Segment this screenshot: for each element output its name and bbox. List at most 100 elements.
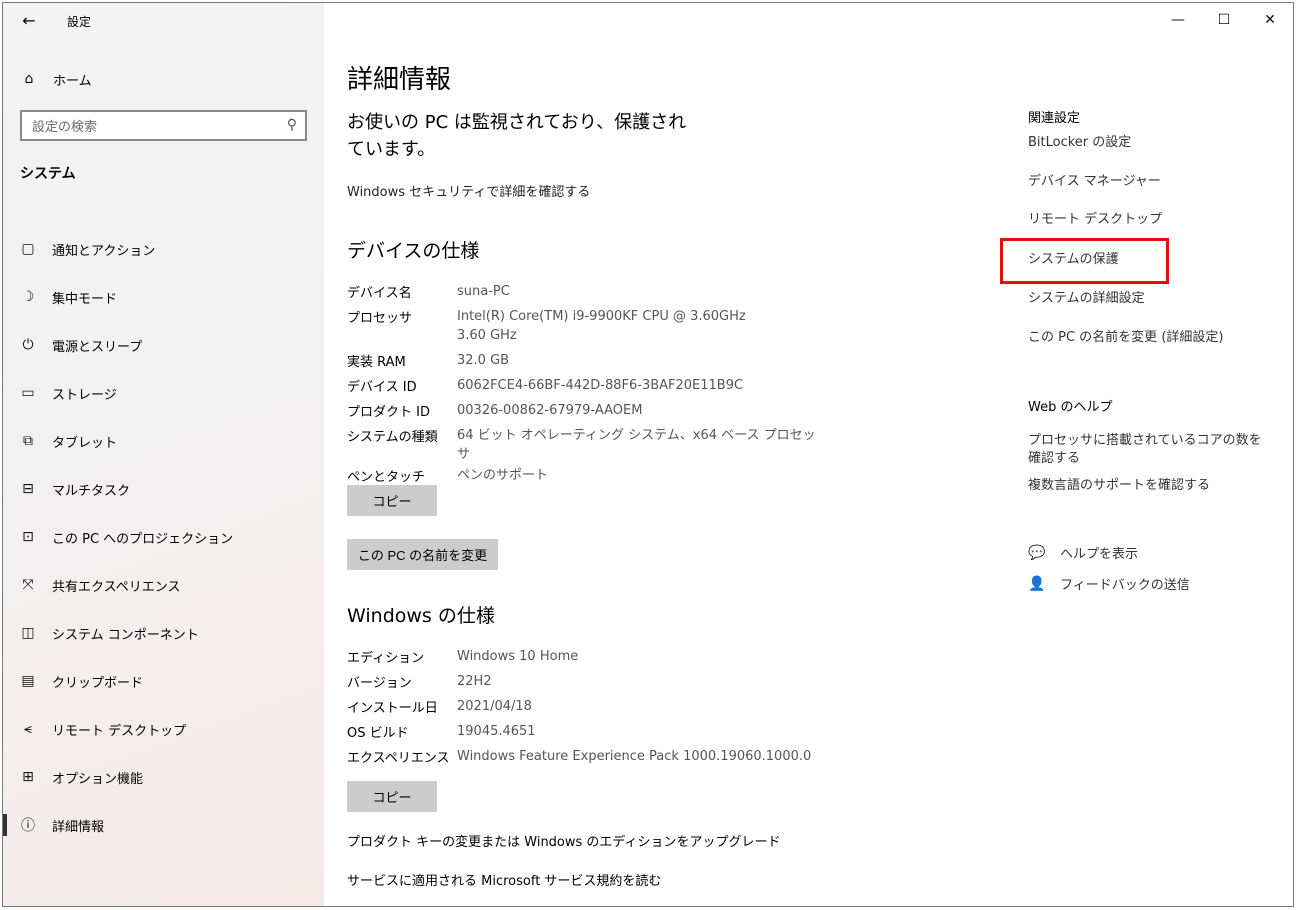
spec-row: インストール日 2021/04/18 — [347, 695, 847, 720]
sidebar-item-clipboard[interactable]: ▤ クリップボード — [3, 657, 324, 705]
sidebar-item-shared[interactable]: ⤧ 共有エクスペリエンス — [3, 561, 324, 609]
sidebar-item-label: オプション機能 — [52, 771, 144, 787]
info-icon: ⓘ — [21, 818, 35, 834]
spec-value: 00326-00862-67979-AAOEM — [457, 403, 643, 418]
home-icon: ⌂ — [24, 71, 34, 87]
home-link[interactable]: ⌂ ホーム — [21, 67, 92, 91]
remote-desktop-link[interactable]: リモート デスクトップ — [1028, 211, 1162, 229]
close-button[interactable]: ✕ — [1247, 3, 1293, 37]
search-icon[interactable]: ⚲ — [287, 117, 297, 133]
advanced-system-settings-link[interactable]: システムの詳細設定 — [1028, 290, 1145, 308]
spec-value: Windows Feature Experience Pack 1000.190… — [457, 749, 812, 764]
feedback-label: フィードバックの送信 — [1060, 578, 1190, 593]
sidebar-item-tablet[interactable]: ⧉ タブレット — [3, 417, 324, 465]
rename-pc-advanced-link[interactable]: この PC の名前を変更 (詳細設定) — [1028, 329, 1223, 347]
sidebar-item-label: 通知とアクション — [52, 243, 156, 259]
bitlocker-link[interactable]: BitLocker の設定 — [1028, 134, 1131, 152]
sidebar-item-components[interactable]: ◫ システム コンポーネント — [3, 609, 324, 657]
spec-key: プロダクト ID — [347, 405, 430, 420]
upgrade-edition-link[interactable]: プロダクト キーの変更または Windows のエディションをアップグレード — [347, 831, 781, 850]
sidebar-item-label: この PC へのプロジェクション — [52, 531, 234, 547]
protection-status: お使いの PC は監視されており、保護されています。 — [347, 112, 687, 160]
sidebar: ← 設定 ⌂ ホーム 設定の検索 ⚲ システム ▢ 通知とアクション ☽ 集中モ… — [3, 3, 324, 906]
spec-key: OS ビルド — [347, 726, 409, 741]
back-arrow-icon[interactable]: ← — [17, 9, 41, 33]
home-label: ホーム — [53, 73, 92, 89]
sidebar-section-label: システム — [20, 166, 76, 182]
sidebar-item-optional[interactable]: ⊞ オプション機能 — [3, 753, 324, 801]
spec-row: エクスペリエンス Windows Feature Experience Pack … — [347, 745, 847, 770]
spec-key: インストール日 — [347, 701, 438, 716]
spec-row: バージョン 22H2 — [347, 670, 847, 695]
spec-value: 32.0 GB — [457, 353, 510, 368]
sidebar-item-label: 電源とスリープ — [52, 339, 143, 355]
device-specs-table: デバイス名 suna-PC プロセッサ Intel(R) Core(TM) i9-9… — [347, 280, 817, 489]
spec-value: Windows 10 Home — [457, 649, 579, 664]
multitask-icon: ⊟ — [22, 481, 34, 497]
sidebar-item-label: 集中モード — [52, 291, 118, 307]
sidebar-item-about[interactable]: ⓘ 詳細情報 — [3, 801, 324, 849]
spec-key: 実装 RAM — [347, 355, 406, 370]
component-icon: ◫ — [21, 625, 35, 641]
feedback-link[interactable]: 👤 フィードバックの送信 — [1028, 574, 1190, 594]
spec-row: OS ビルド 19045.4651 — [347, 720, 847, 745]
notification-icon: ▢ — [21, 241, 35, 257]
feedback-icon: 👤 — [1028, 575, 1046, 592]
sidebar-item-remote[interactable]: ⪪ リモート デスクトップ — [3, 705, 324, 753]
power-icon: ⏻ — [22, 337, 34, 353]
search-placeholder: 設定の検索 — [32, 120, 98, 135]
service-terms-link[interactable]: サービスに適用される Microsoft サービス規約を読む — [347, 870, 661, 889]
copy-device-specs-button[interactable]: コピー — [347, 485, 437, 516]
spec-row: プロダクト ID 00326-00862-67979-AAOEM — [347, 399, 817, 424]
help-chat-icon: 💬 — [1028, 544, 1046, 561]
rename-pc-button[interactable]: この PC の名前を変更 — [347, 539, 498, 570]
clipboard-icon: ▤ — [21, 673, 35, 689]
search-input[interactable]: 設定の検索 ⚲ — [20, 110, 307, 141]
spec-value: Intel(R) Core(TM) i9-9900KF CPU @ 3.60GH… — [457, 309, 746, 343]
spec-row: デバイス ID 6062FCE4-66BF-442D-88F6-3BAF20E11… — [347, 374, 817, 399]
maximize-button[interactable]: ☐ — [1201, 3, 1247, 37]
spec-row: 実装 RAM 32.0 GB — [347, 349, 817, 374]
sidebar-item-label: 詳細情報 — [52, 819, 105, 835]
windows-specs-table: エディション Windows 10 Home バージョン 22H2 インストール日 2… — [347, 645, 847, 770]
sidebar-nav: ▢ 通知とアクション ☽ 集中モード ⏻ 電源とスリープ ▭ ストレージ ⧉ タ… — [3, 225, 324, 849]
spec-value: 64 ビット オペレーティング システム、x64 ベース プロセッサ — [457, 428, 816, 462]
projection-icon: ⊡ — [22, 529, 34, 545]
web-help-heading: Web のヘルプ — [1028, 400, 1113, 415]
sidebar-item-label: システム コンポーネント — [52, 627, 199, 643]
sidebar-item-label: 共有エクスペリエンス — [52, 579, 181, 595]
settings-window: ← 設定 ⌂ ホーム 設定の検索 ⚲ システム ▢ 通知とアクション ☽ 集中モ… — [2, 2, 1294, 907]
get-help-link[interactable]: 💬 ヘルプを表示 — [1028, 543, 1138, 563]
security-details-link[interactable]: Windows セキュリティで詳細を確認する — [347, 181, 590, 200]
spec-key: エクスペリエンス — [347, 751, 450, 766]
spec-key: バージョン — [347, 676, 412, 691]
sidebar-item-label: ストレージ — [52, 387, 117, 403]
page-title: 詳細情報 — [347, 65, 452, 95]
sidebar-item-storage[interactable]: ▭ ストレージ — [3, 369, 324, 417]
spec-value: 22H2 — [457, 674, 492, 689]
share-icon: ⤧ — [22, 577, 34, 593]
spec-value: suna-PC — [457, 284, 510, 299]
options-icon: ⊞ — [22, 769, 34, 785]
sidebar-item-multitask[interactable]: ⊟ マルチタスク — [3, 465, 324, 513]
multilanguage-link[interactable]: 複数言語のサポートを確認する — [1028, 477, 1210, 495]
spec-key: プロセッサ — [347, 311, 413, 326]
processor-cores-link[interactable]: プロセッサに搭載されているコアの数を確認する — [1028, 432, 1268, 468]
sidebar-item-projection[interactable]: ⊡ この PC へのプロジェクション — [3, 513, 324, 561]
device-manager-link[interactable]: デバイス マネージャー — [1028, 173, 1161, 191]
spec-key: デバイス名 — [347, 286, 412, 301]
sidebar-item-label: マルチタスク — [52, 483, 131, 499]
copy-windows-specs-button[interactable]: コピー — [347, 781, 437, 812]
sidebar-item-power[interactable]: ⏻ 電源とスリープ — [3, 321, 324, 369]
spec-value: 2021/04/18 — [457, 699, 532, 714]
sidebar-item-notifications[interactable]: ▢ 通知とアクション — [3, 225, 324, 273]
sidebar-item-focus[interactable]: ☽ 集中モード — [3, 273, 324, 321]
system-protection-link[interactable]: システムの保護 — [1028, 251, 1119, 269]
sidebar-item-label: リモート デスクトップ — [52, 723, 187, 739]
related-settings-heading: 関連設定 — [1028, 111, 1081, 126]
remote-icon: ⪪ — [24, 721, 32, 737]
window-title: 設定 — [67, 15, 92, 29]
spec-value: 6062FCE4-66BF-442D-88F6-3BAF20E11B9C — [457, 378, 744, 393]
spec-row: デバイス名 suna-PC — [347, 280, 817, 305]
minimize-button[interactable]: — — [1155, 3, 1201, 37]
